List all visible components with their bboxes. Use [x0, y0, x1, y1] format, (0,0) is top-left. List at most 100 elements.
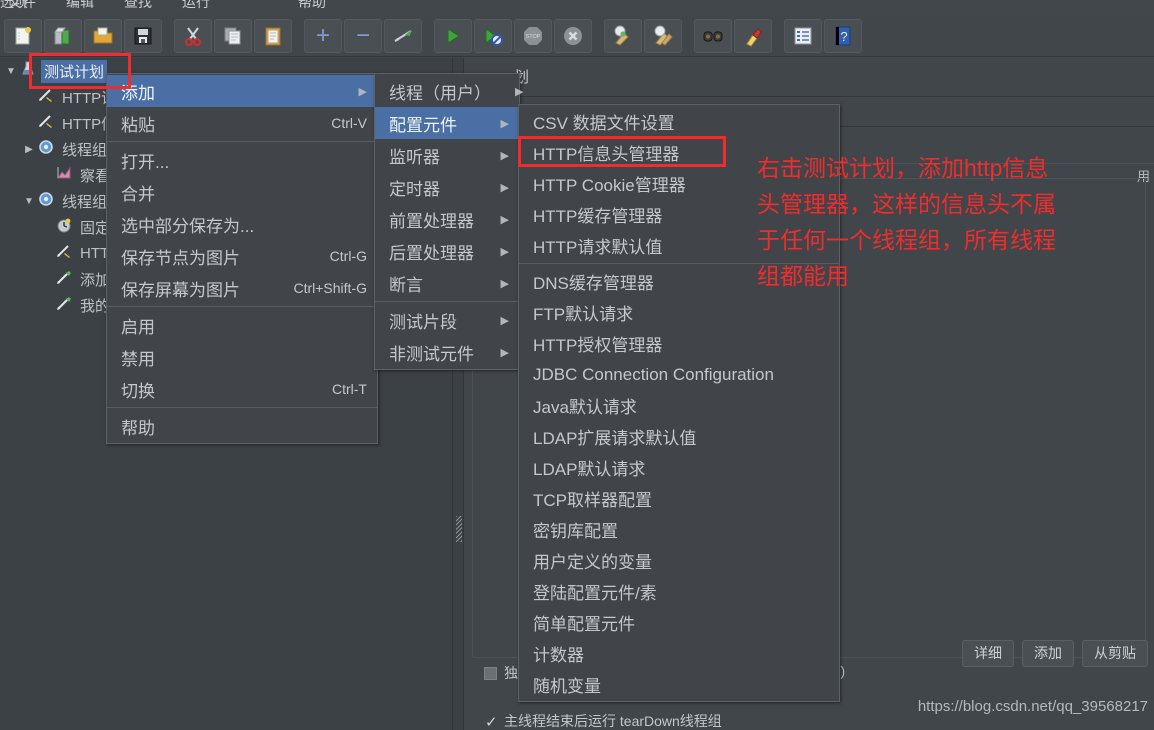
- menu-item[interactable]: LDAP扩展请求默认值: [519, 421, 839, 452]
- menu-item[interactable]: 计数器: [519, 638, 839, 669]
- submenu-arrow-icon: ▶: [515, 85, 524, 98]
- menu-item-label: HTTP请求默认值: [533, 238, 663, 257]
- menubar-item-edit[interactable]: 编辑: [66, 0, 94, 12]
- menu-item[interactable]: 用户定义的变量: [519, 545, 839, 576]
- menu-item[interactable]: 监听器 ▶: [375, 139, 519, 171]
- svg-text:?: ?: [840, 29, 847, 44]
- menu-item[interactable]: 测试片段 ▶: [375, 304, 519, 336]
- shutdown-icon: [554, 18, 592, 53]
- menu-item[interactable]: FTP默认请求: [519, 297, 839, 328]
- menu-item-shortcut: Ctrl-G: [329, 248, 367, 264]
- save-icon[interactable]: [124, 18, 162, 53]
- submenu-arrow-icon: ▶: [500, 314, 509, 327]
- menu-item[interactable]: 打开...: [107, 144, 377, 176]
- collapse-icon[interactable]: −: [344, 18, 382, 53]
- menu-item[interactable]: 禁用: [107, 341, 377, 373]
- search-icon[interactable]: [694, 18, 732, 53]
- menu-item[interactable]: 保存屏幕为图片 Ctrl+Shift-G: [107, 272, 377, 304]
- menu-item-label: 测试片段: [389, 312, 457, 332]
- menu-item[interactable]: 随机变量: [519, 669, 839, 700]
- menu-item-label: 定时器: [389, 179, 440, 199]
- new-icon[interactable]: [4, 18, 42, 53]
- submenu-add[interactable]: 线程（用户） ▶ 配置元件 ▶ 监听器 ▶ 定时器 ▶ 前置处理器 ▶ 后置处理器 ▶ 断言 ▶ 测试片段 ▶…: [374, 73, 523, 370]
- cut-icon[interactable]: [174, 18, 212, 53]
- menu-item[interactable]: Java默认请求: [519, 390, 839, 421]
- menu-item[interactable]: 帮助: [107, 410, 377, 442]
- menu-item[interactable]: 切换 Ctrl-T: [107, 373, 377, 405]
- add-button[interactable]: 添加: [1022, 640, 1074, 667]
- menu-item-label: 非测试元件: [389, 344, 474, 364]
- clear-icon[interactable]: [604, 18, 642, 53]
- menubar-item-run[interactable]: 运行: [182, 0, 210, 12]
- tree-node-label: 测试计划: [41, 59, 108, 83]
- menu-item[interactable]: 启用: [107, 309, 377, 341]
- menu-item[interactable]: 粘贴 Ctrl-V: [107, 107, 377, 139]
- copy-icon[interactable]: [214, 18, 252, 53]
- menu-item[interactable]: JDBC Connection Configuration: [519, 359, 839, 390]
- menubar-item-options[interactable]: 选项: [0, 0, 28, 12]
- detail-button[interactable]: 详细: [962, 640, 1014, 667]
- menu-item-label: 计数器: [533, 646, 584, 665]
- config-element-icon: [54, 243, 74, 263]
- menu-item[interactable]: 前置处理器 ▶: [375, 203, 519, 235]
- templates-icon[interactable]: [44, 18, 82, 53]
- tree-expand-arrow-open[interactable]: ▼: [22, 196, 36, 207]
- submenu-arrow-icon: ▶: [500, 117, 509, 130]
- menubar-item-help[interactable]: 帮助: [298, 0, 326, 12]
- menu-item[interactable]: 后置处理器 ▶: [375, 235, 519, 267]
- menu-item[interactable]: TCP取样器配置: [519, 483, 839, 514]
- function-helper-icon[interactable]: [784, 18, 822, 53]
- expand-icon[interactable]: +: [304, 18, 342, 53]
- menu-item[interactable]: 合并: [107, 176, 377, 208]
- menu-item-label: DNS缓存管理器: [533, 274, 654, 293]
- toggle-icon[interactable]: [384, 18, 422, 53]
- menu-item[interactable]: CSV 数据文件设置: [519, 106, 839, 137]
- menu-item[interactable]: 密钥库配置: [519, 514, 839, 545]
- menu-item[interactable]: LDAP默认请求: [519, 452, 839, 483]
- menu-item[interactable]: 定时器 ▶: [375, 171, 519, 203]
- menu-item-label: 配置元件: [389, 115, 457, 135]
- menu-item[interactable]: 添加 ▶: [107, 75, 377, 107]
- thread-group-icon: [36, 191, 56, 211]
- submenu-arrow-icon: ▶: [500, 213, 509, 226]
- menu-item[interactable]: 选中部分保存为...: [107, 208, 377, 240]
- menubar-item-search[interactable]: 查找: [124, 0, 152, 12]
- button-row: 详细 添加 从剪贴: [954, 640, 1148, 667]
- stop-icon: STOP: [514, 18, 552, 53]
- menu-item-label: 登陆配置元件/素: [533, 584, 657, 603]
- clear-all-icon[interactable]: [644, 18, 682, 53]
- menu-item-label: 禁用: [121, 349, 155, 369]
- menu-item[interactable]: HTTP授权管理器: [519, 328, 839, 359]
- checkbox-run-teardown[interactable]: ✓ 主线程结束后运行 tearDown线程组: [484, 711, 722, 730]
- menu-item-label: 合并: [121, 184, 155, 204]
- menu-item[interactable]: 简单配置元件: [519, 607, 839, 638]
- tree-expand-arrow-open[interactable]: ▼: [4, 66, 18, 77]
- menu-item-label: HTTP Cookie管理器: [533, 176, 686, 195]
- annotation-line: 于任何一个线程组，所有线程: [757, 227, 1056, 253]
- start-icon[interactable]: [434, 18, 472, 53]
- menu-item[interactable]: 线程（用户） ▶: [375, 75, 523, 107]
- menu-separator: [107, 306, 377, 307]
- tree-node-label: 线程组: [62, 141, 108, 159]
- checkbox-box-checked[interactable]: ✓: [484, 715, 498, 730]
- start-no-pause-icon[interactable]: [474, 18, 512, 53]
- menu-item[interactable]: 登陆配置元件/素: [519, 576, 839, 607]
- menu-item-label: 监听器: [389, 147, 440, 167]
- menu-item[interactable]: 断言 ▶: [375, 267, 519, 299]
- test-plan-icon: [18, 61, 38, 81]
- tree-expand-arrow-closed[interactable]: ▶: [22, 144, 36, 155]
- menu-item[interactable]: 非测试元件 ▶: [375, 336, 519, 368]
- menu-item[interactable]: 配置元件 ▶: [375, 107, 519, 139]
- splitter-grip[interactable]: [456, 516, 462, 542]
- menu-item-label: 添加: [121, 83, 155, 103]
- paste-icon[interactable]: [254, 18, 292, 53]
- svg-text:STOP: STOP: [526, 34, 541, 40]
- menu-item[interactable]: 保存节点为图片 Ctrl-G: [107, 240, 377, 272]
- open-icon[interactable]: [84, 18, 122, 53]
- help-icon[interactable]: ?: [824, 18, 862, 53]
- checkbox-box[interactable]: [484, 666, 497, 680]
- menu-item-label: 启用: [121, 317, 155, 337]
- context-menu-test-plan[interactable]: 添加 ▶ 粘贴 Ctrl-V 打开... 合并选中部分保存为... 保存节点为图片 Ctrl-…: [106, 73, 378, 444]
- paste-from-clipboard-button[interactable]: 从剪贴: [1082, 640, 1148, 667]
- reset-search-icon[interactable]: [734, 18, 772, 53]
